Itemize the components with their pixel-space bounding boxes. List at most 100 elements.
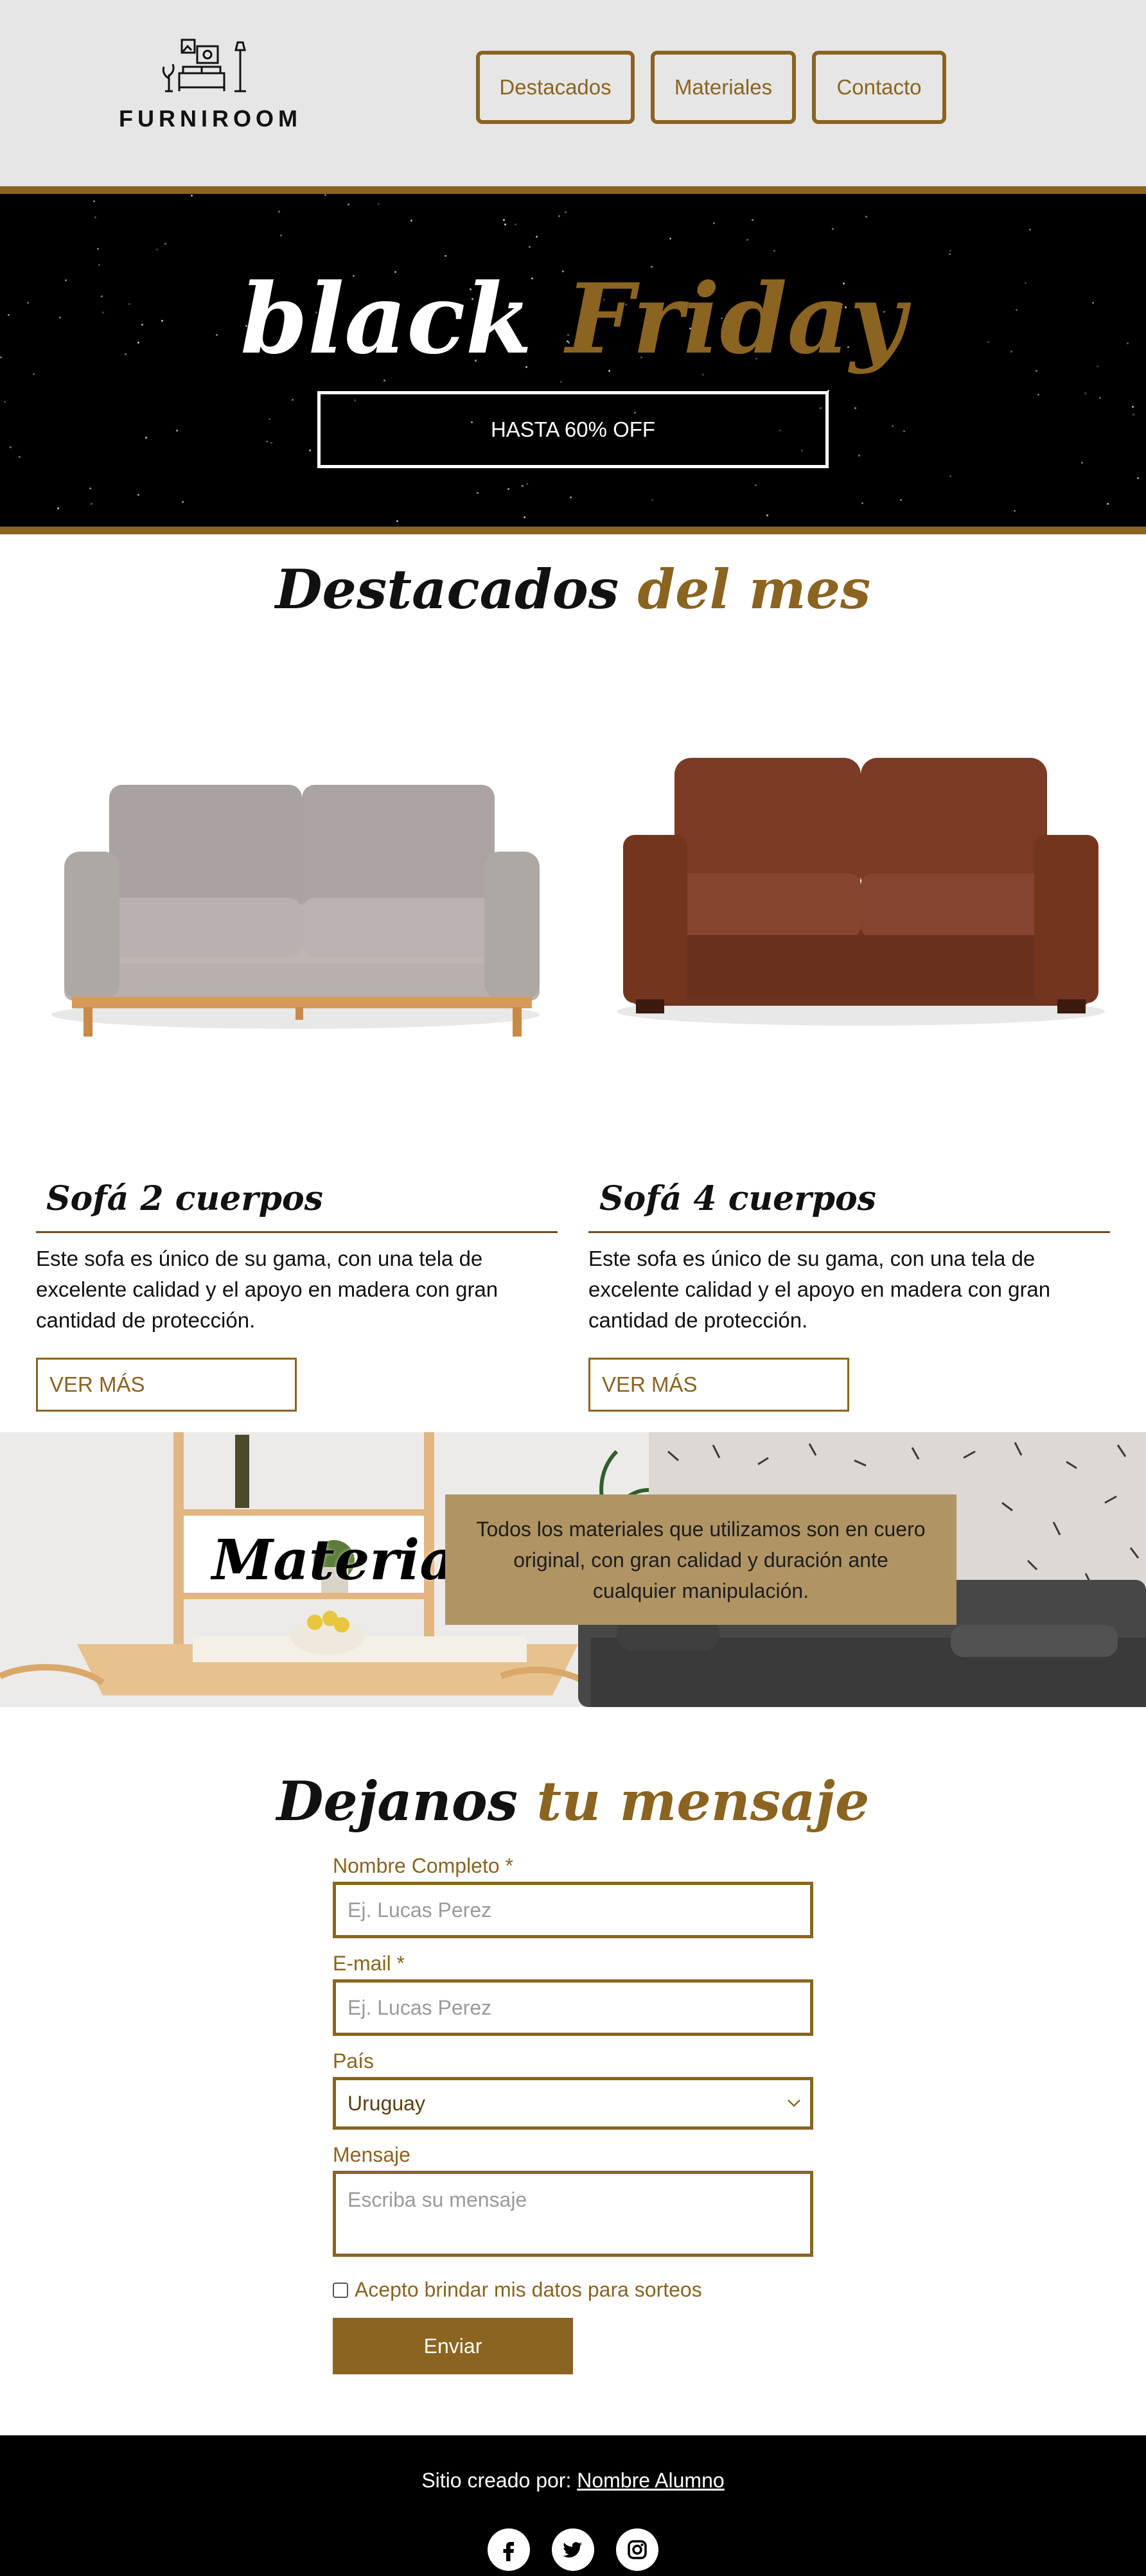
star-dot	[94, 216, 96, 218]
materiales-text: Todos los materiales que utilizamos son …	[445, 1494, 956, 1625]
submit-button[interactable]: Enviar	[333, 2318, 573, 2374]
footer-credit: Sitio creado por: Nombre Alumno	[0, 2469, 1146, 2493]
star-dot	[503, 219, 505, 221]
star-dot	[755, 484, 757, 486]
star-dot	[1084, 392, 1086, 394]
star-dot	[865, 216, 867, 218]
star-dot	[182, 501, 184, 503]
star-dot	[515, 223, 516, 225]
star-dot	[529, 246, 531, 248]
star-dot	[10, 446, 12, 448]
divider	[36, 1231, 558, 1233]
star-dot	[292, 399, 294, 401]
star-dot	[526, 483, 528, 485]
nav-destacados-button[interactable]: Destacados	[476, 51, 635, 124]
sorteos-checkbox-row: Acepto brindar mis datos para sorteos	[333, 2278, 702, 2302]
star-dot	[1137, 477, 1139, 479]
star-dot	[1037, 394, 1039, 396]
site-header: FURNIROOM Destacados Materiales Contacto	[0, 0, 1146, 194]
product-name: Sofá 4 cuerpos	[599, 1179, 876, 1218]
chevron-down-icon	[788, 2099, 800, 2107]
star-dot	[1107, 503, 1109, 505]
star-dot	[746, 239, 748, 241]
star-dot	[383, 380, 385, 381]
star-dot	[57, 507, 59, 509]
star-dot	[536, 236, 538, 238]
sofa-4-cuerpos-image	[617, 758, 1105, 1026]
nav-materiales-button[interactable]: Materiales	[651, 51, 796, 124]
logo[interactable]: FURNIROOM	[119, 37, 302, 134]
sofa-2-cuerpos-image	[51, 785, 540, 1037]
star-dot	[348, 204, 349, 206]
facebook-icon[interactable]	[488, 2528, 530, 2571]
star-dot	[89, 487, 91, 489]
star-dot	[396, 520, 398, 522]
star-dot	[669, 238, 671, 240]
star-dot	[445, 255, 446, 257]
star-dot	[900, 499, 902, 501]
star-dot	[280, 234, 282, 236]
star-dot	[1133, 414, 1134, 416]
star-dot	[145, 437, 147, 439]
star-dot	[97, 248, 99, 250]
star-dot	[570, 496, 572, 498]
email-input[interactable]: Ej. Lucas Perez	[333, 1979, 813, 2036]
ver-mas-button[interactable]: VER MÁS	[36, 1358, 297, 1412]
star-dot	[713, 222, 715, 224]
nav-contacto-button[interactable]: Contacto	[812, 51, 946, 124]
ver-mas-button[interactable]: VER MÁS	[588, 1358, 849, 1412]
instagram-icon[interactable]	[616, 2528, 658, 2571]
star-dot	[949, 253, 951, 255]
star-dot	[269, 418, 270, 420]
country-select[interactable]: Uruguay	[333, 2077, 813, 2130]
star-dot	[309, 450, 311, 451]
star-dot	[19, 456, 21, 458]
star-dot	[1081, 462, 1083, 464]
hero-title: black Friday	[0, 265, 1146, 374]
contact-title: Dejanos tu mensaje	[0, 1769, 1146, 1834]
star-dot	[861, 502, 863, 504]
star-dot	[766, 514, 768, 516]
star-dot	[1014, 510, 1016, 512]
message-textarea[interactable]: Escriba su mensaje	[333, 2171, 813, 2257]
country-label: País	[333, 2049, 375, 2072]
destacados-title: Destacados del mes	[0, 557, 1146, 622]
star-dot	[949, 475, 951, 477]
star-dot	[93, 200, 95, 202]
star-dot	[164, 243, 166, 245]
logo-text: FURNIROOM	[119, 105, 302, 132]
credit-prefix: Sitio creado por:	[421, 2469, 572, 2492]
star-dot	[4, 401, 6, 403]
star-dot	[903, 430, 905, 432]
star-dot	[1099, 397, 1101, 399]
credit-link[interactable]: Nombre Alumno	[577, 2469, 724, 2492]
product-description: Este sofa es único de su gama, con una t…	[588, 1247, 1051, 1332]
materiales-banner: Materiales Todos los materiales que util…	[0, 1432, 1146, 1707]
country-select-value: Uruguay	[348, 2091, 425, 2115]
star-dot	[324, 194, 326, 196]
star-dot	[507, 488, 509, 490]
name-input[interactable]: Ej. Lucas Perez	[333, 1882, 813, 1938]
hero-title-white: black	[240, 263, 533, 376]
star-dot	[560, 381, 562, 383]
star-dot	[752, 219, 754, 221]
sorteos-checkbox-label[interactable]: Acepto brindar mis datos para sorteos	[355, 2278, 702, 2302]
star-dot	[565, 211, 567, 213]
star-dot	[892, 425, 894, 427]
hero-title-gold: Friday	[565, 263, 906, 376]
twitter-icon[interactable]	[552, 2528, 594, 2571]
star-dot	[278, 211, 280, 213]
star-dot	[949, 250, 951, 252]
star-dot	[270, 442, 272, 444]
hero-offer-button[interactable]: HASTA 60% OFF	[317, 391, 829, 468]
contact-title-gold: tu mensaje	[536, 1769, 870, 1833]
star-dot	[858, 455, 860, 457]
star-dot	[91, 503, 93, 505]
star-dot	[176, 430, 178, 432]
star-dot	[832, 228, 834, 230]
star-dot	[137, 494, 139, 496]
star-dot	[854, 407, 856, 409]
star-dot	[191, 195, 193, 197]
product-description: Este sofa es único de su gama, con una t…	[36, 1247, 498, 1332]
sorteos-checkbox[interactable]	[333, 2282, 348, 2298]
